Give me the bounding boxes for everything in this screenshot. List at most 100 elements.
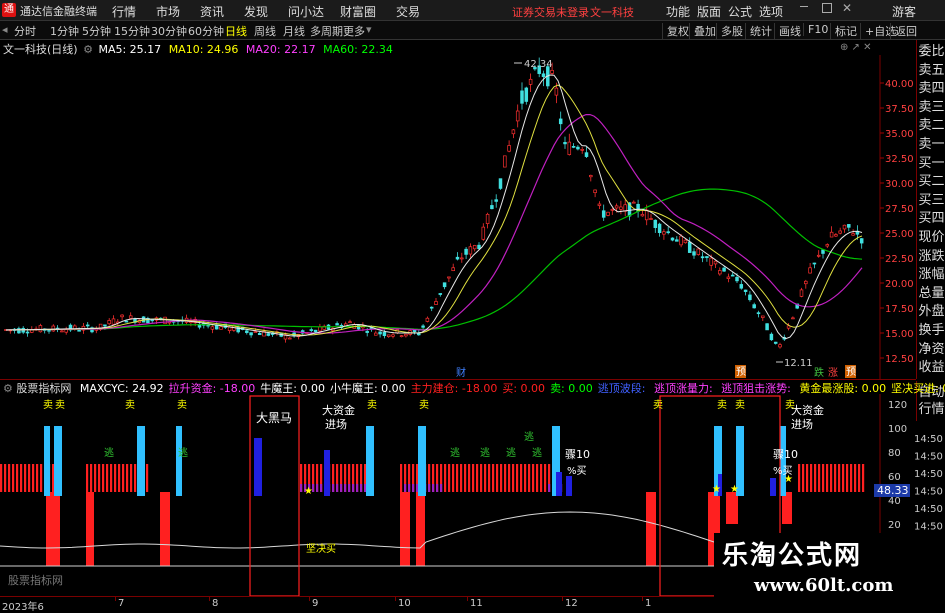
- period-tab-selected[interactable]: 日线: [225, 23, 247, 39]
- red-bar: [516, 464, 519, 492]
- indicator-axis-label: 80: [888, 448, 901, 459]
- quote-side-panel: 委比 卖五 卖四 卖三 卖二 卖一 买一 买二 买三 买四 现价 涨跌 涨幅 总量 外盘 换手 净资 收益: [916, 40, 945, 379]
- period-tab[interactable]: 1分钟: [50, 23, 79, 39]
- event-marker[interactable]: 跌: [814, 366, 824, 379]
- red-bar: [822, 464, 825, 492]
- menu-trade[interactable]: 交易: [396, 3, 420, 20]
- candle-body: [808, 267, 812, 274]
- menu-layout[interactable]: 版面: [697, 3, 721, 20]
- period-tab[interactable]: 月线: [283, 23, 305, 39]
- menu-quote[interactable]: 行情: [112, 3, 136, 20]
- down-bar: [726, 492, 738, 524]
- mark-button[interactable]: 标记: [830, 23, 857, 39]
- blue-bar: [556, 472, 562, 496]
- overlay-button[interactable]: 叠加: [689, 23, 716, 39]
- candle-body: [429, 306, 434, 309]
- period-tab[interactable]: 分时: [14, 23, 36, 39]
- close-icon[interactable]: ✕: [842, 1, 852, 15]
- period-tab[interactable]: 15分钟: [114, 23, 150, 39]
- back-button[interactable]: 返回: [890, 23, 917, 39]
- guest-label[interactable]: 游客: [892, 3, 916, 20]
- period-tab[interactable]: 60分钟: [188, 23, 224, 39]
- blue-bar: [566, 476, 572, 496]
- candle-body: [498, 178, 503, 189]
- candle-body: [842, 224, 847, 230]
- period-tab[interactable]: 5分钟: [82, 23, 111, 39]
- red-bar: [484, 464, 487, 492]
- label-pct-buy: %买: [567, 465, 587, 477]
- stats-button[interactable]: 统计: [745, 23, 772, 39]
- event-marker[interactable]: 预: [736, 366, 746, 378]
- red-bar: [814, 464, 817, 492]
- adjust-button[interactable]: 复权: [662, 23, 689, 39]
- candle-body: [718, 270, 722, 275]
- red-bar: [86, 464, 89, 492]
- escape-signal: 逃: [178, 446, 188, 459]
- event-marker[interactable]: 预: [846, 366, 856, 378]
- candle-body: [730, 274, 735, 277]
- dropdown-icon[interactable]: ▾: [366, 23, 372, 36]
- label-enter: 进场: [325, 417, 347, 431]
- quote-field-label: 卖五: [918, 62, 945, 78]
- sell-signal: 卖: [367, 399, 377, 411]
- period-tab[interactable]: 30分钟: [151, 23, 187, 39]
- toolbar-left-arrow-icon[interactable]: ◂: [2, 23, 8, 36]
- ma60-line: [5, 188, 863, 331]
- sell-signal: 卖: [125, 399, 135, 411]
- f10-button[interactable]: F10: [803, 23, 828, 36]
- candle-body: [769, 333, 774, 341]
- red-bar: [98, 464, 101, 492]
- period-tab[interactable]: 多周期: [310, 23, 343, 39]
- magenta-bar: [412, 484, 415, 492]
- ma-legend: 文一科技(日线) ⚙ MA5: 25.17 MA10: 24.96 MA20: …: [0, 41, 393, 56]
- candle-body: [455, 256, 460, 260]
- red-bar: [528, 464, 531, 492]
- red-bar: [106, 464, 109, 492]
- menu-formula[interactable]: 公式: [728, 3, 752, 20]
- maximize-icon[interactable]: [822, 3, 832, 13]
- menu-news[interactable]: 资讯: [200, 3, 224, 20]
- menu-discover[interactable]: 发现: [244, 3, 268, 20]
- quote-field-label: 买二: [918, 174, 945, 190]
- menu-wealth[interactable]: 财富圈: [340, 3, 376, 20]
- candle-body: [257, 332, 262, 336]
- multi-stock-button[interactable]: 多股: [716, 23, 743, 39]
- red-bar: [110, 464, 113, 492]
- candle-body: [210, 326, 215, 330]
- red-bar: [102, 464, 105, 492]
- candle-body: [799, 289, 804, 297]
- red-bar: [16, 464, 19, 492]
- period-tab[interactable]: 周线: [254, 23, 276, 39]
- red-bar: [146, 464, 149, 492]
- menu-options[interactable]: 选项: [759, 3, 783, 20]
- menu-ask[interactable]: 问小达: [288, 3, 324, 20]
- chart-controls-icon[interactable]: ⊕ ↗ ✕: [840, 42, 872, 53]
- label-jump: 骤10: [773, 448, 798, 461]
- draw-line-button[interactable]: 画线: [774, 23, 801, 39]
- menu-function[interactable]: 功能: [666, 3, 690, 20]
- candle-body: [859, 238, 864, 244]
- indicator-axis-label: 100: [888, 424, 907, 435]
- candle-body: [675, 239, 679, 242]
- login-notice[interactable]: 证券交易未登录: [512, 4, 589, 20]
- period-tab[interactable]: 更多: [343, 23, 365, 39]
- red-bar: [854, 464, 857, 492]
- minimize-icon[interactable]: [800, 6, 808, 7]
- candle-body: [399, 335, 404, 338]
- candle-body: [683, 239, 688, 244]
- event-marker[interactable]: 财: [456, 366, 466, 379]
- candle-body: [150, 319, 154, 322]
- magenta-bar: [356, 484, 359, 492]
- star-icon: ★: [730, 484, 739, 495]
- event-marker[interactable]: 涨: [828, 367, 838, 379]
- title-bar: 通 通达信金融终端 行情 市场 资讯 发现 问小达 财富圈 交易 证券交易未登录…: [0, 0, 945, 21]
- period-toolbar: ◂ 分时 1分钟 5分钟 15分钟 30分钟 60分钟 日线 周线 月线 多周期…: [0, 21, 945, 40]
- candle-body: [477, 244, 481, 249]
- menu-market[interactable]: 市场: [156, 3, 180, 20]
- candlestick-chart[interactable]: 40.00 37.50 35.00 32.50 30.00 27.50 25.00 22.50…: [0, 55, 916, 380]
- candle-body: [735, 276, 739, 282]
- candle-body: [219, 326, 223, 330]
- candle-body: [528, 78, 533, 85]
- red-bar: [512, 464, 515, 492]
- candle-body: [472, 245, 477, 250]
